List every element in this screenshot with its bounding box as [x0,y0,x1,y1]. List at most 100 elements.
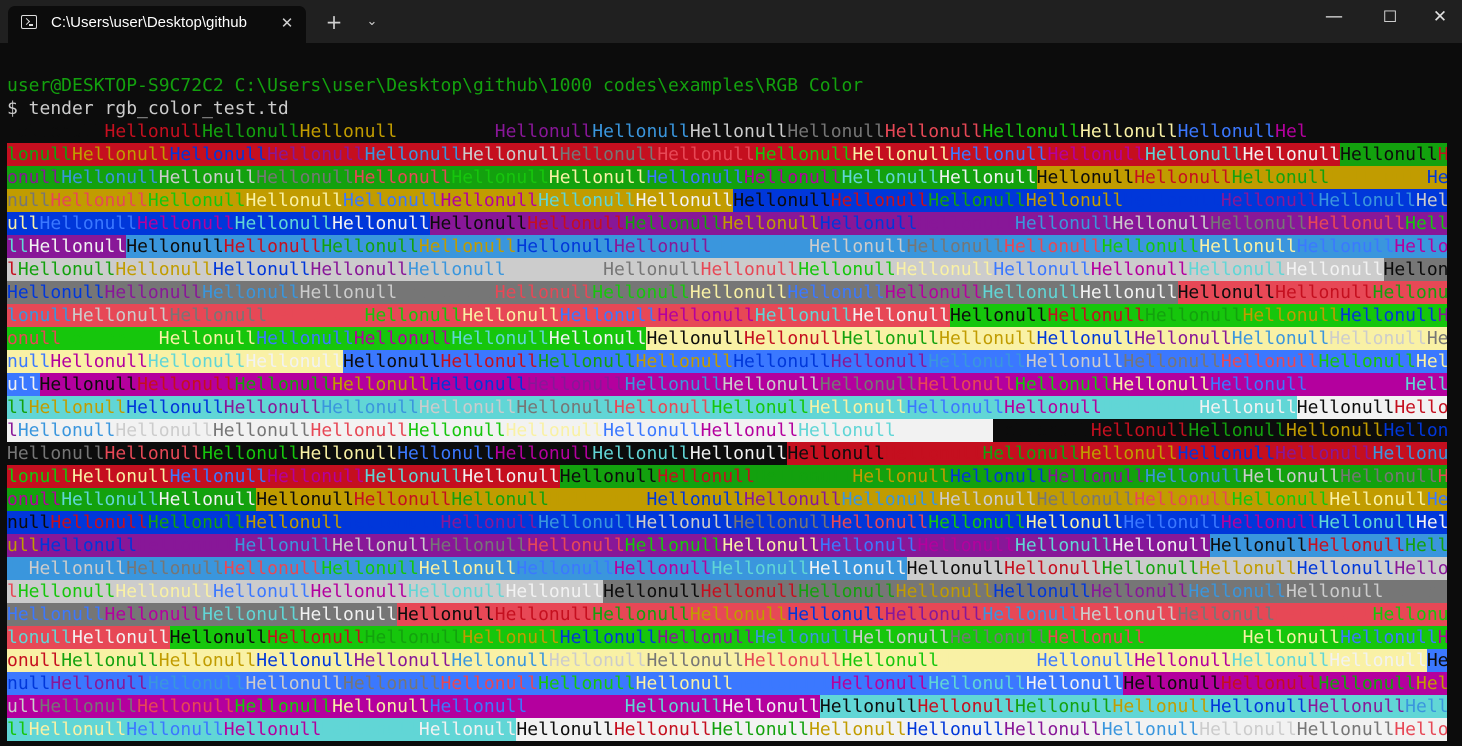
color-cell: Hellonull [332,373,430,396]
output-line: nullHellonullHellonullHellonullHellonull… [7,189,1447,212]
output-line: HellonullHellonullHellonullHellonullHell… [7,442,1447,465]
color-cell: Hellonull [1188,419,1286,442]
color-cell: Hellonull [299,120,398,143]
output-line: llHellonullHellonullHellonullHellonullHe… [7,235,1447,258]
color-cell: Hellonull [917,373,1015,396]
color-cell: Hellonull [1318,511,1417,534]
output-line: onullHellonullHellonullHellonullHellonul… [7,166,1447,189]
color-cell: l [7,258,18,281]
color-cell: Hellonull [635,189,734,212]
color-cell: Hellonull [689,281,788,304]
color-cell: Hellonull [754,465,853,488]
color-cell: Hellonull [559,143,658,166]
color-cell: Hellonull [624,695,723,718]
color-cell: Hellonull [1307,373,1406,396]
color-cell: Hellonull [451,649,549,672]
maximize-button[interactable]: ☐ [1362,0,1418,34]
color-cell: onull [7,488,62,511]
color-cell: Hellonull [256,488,354,511]
new-tab-button[interactable]: + [320,8,348,36]
color-cell: Hellonull [527,695,625,718]
color-cell: Hellonull [169,626,268,649]
color-cell: Hellonull [1405,695,1447,718]
color-cell: Hellonull [787,442,885,465]
color-cell: Hellonull [104,442,203,465]
color-cell: Hellonull [1231,166,1330,189]
color-cell: Hellonull [397,603,495,626]
color-cell: Hellonull [1394,718,1447,741]
color-cell: Hellonull [223,557,322,580]
output-line: nullHellonullHellonullHellonullHellonull… [7,350,1447,373]
color-cell: Hellonull [126,235,224,258]
color-cell: Hellonull [39,212,138,235]
color-cell: Hellonull [700,580,799,603]
color-cell: lonull [7,465,73,488]
color-cell: Hellonull [158,649,257,672]
color-cell: Hellonull [884,442,983,465]
color-cell: Hellonull [343,672,441,695]
color-cell: Hellonull [744,327,842,350]
color-cell: Hellonull [267,143,365,166]
color-cell: Hellonull [39,695,138,718]
color-cell: Hellonull [722,695,820,718]
color-cell: Hellonull [245,672,343,695]
color-cell: Hellonull [895,258,994,281]
terminal-tab[interactable]: C:\Users\user\Desktop\github ✕ [8,6,306,43]
color-cell: Hellonull [1177,281,1276,304]
color-cell: Hellonull [1285,258,1384,281]
color-cell: Hellonull [39,373,138,396]
color-cell: Hellonull [494,120,593,143]
color-cell: Hellonull [147,350,246,373]
color-cell: Hellonull [28,235,127,258]
color-cell: Hellonull [429,534,528,557]
color-cell: Hellonull [1134,327,1232,350]
color-cell: Hellonull [115,258,213,281]
color-cell: Hellonull [1318,350,1417,373]
color-cell: Hellonull [798,580,896,603]
color-cell: Hellonull [1405,373,1447,396]
color-cell: Hellonull [1285,580,1384,603]
color-cell: Hellonull [245,189,343,212]
color-cell: Hellonull [462,143,560,166]
color-cell: Hellonull [332,534,430,557]
color-cell: Hellonull [1145,626,1243,649]
color-cell: Hellonull [917,212,1015,235]
output-line: llHellonullHellonullHellonullHellonullHe… [7,557,1447,580]
output-line: HellonullHellonullHellonullHellonullHell… [7,281,1447,304]
terminal-output[interactable]: user@DESKTOP-S9C72C2 C:\Users\user\Deskt… [7,74,1447,746]
color-cell: Hellonull [1372,281,1447,304]
color-cell: Hellonull [1025,350,1124,373]
color-cell: Hellonull [1210,373,1308,396]
color-cell: Hellonull [1123,350,1221,373]
color-cell: Hellonull [1318,189,1417,212]
color-cell: Hellonull [548,166,647,189]
color-cell: Hellonull [516,718,614,741]
color-cell: Hellonull [1416,350,1447,373]
output-line: llHellonullHellonullHellonullHellonullHe… [7,396,1447,419]
tab-dropdown-button[interactable]: ⌄ [358,8,386,36]
color-cell: Hellonull [1383,258,1447,281]
color-cell: Hellonull [1177,120,1276,143]
close-tab-icon[interactable]: ✕ [274,10,300,36]
color-cell: Hellonull [1036,327,1135,350]
color-cell: Hellonull [1307,695,1406,718]
close-window-button[interactable]: ✕ [1418,0,1462,34]
color-cell: Hellonull [440,511,539,534]
color-cell: Hellonull [689,120,788,143]
color-cell: Hellonull [592,442,690,465]
color-cell: Hellonull [1242,626,1341,649]
color-cell: Hellonull [1025,672,1124,695]
color-cell: Hellonull [917,534,1015,557]
color-cell: Hellonull [884,603,983,626]
color-cell: Hellonull [1025,511,1124,534]
color-cell: Hellonull [949,465,1048,488]
color-cell: Hellonull [1220,189,1319,212]
color-cell: Hellonull [256,649,354,672]
color-cell: Hellonull [494,281,593,304]
color-cell: Hellonull [440,350,539,373]
color-cell: Hellonull [28,396,127,419]
minimize-button[interactable]: — [1306,0,1362,34]
color-cell: Hellonull [353,166,452,189]
color-cell: Hellonull [169,143,268,166]
color-cell: Hellonull [440,672,539,695]
